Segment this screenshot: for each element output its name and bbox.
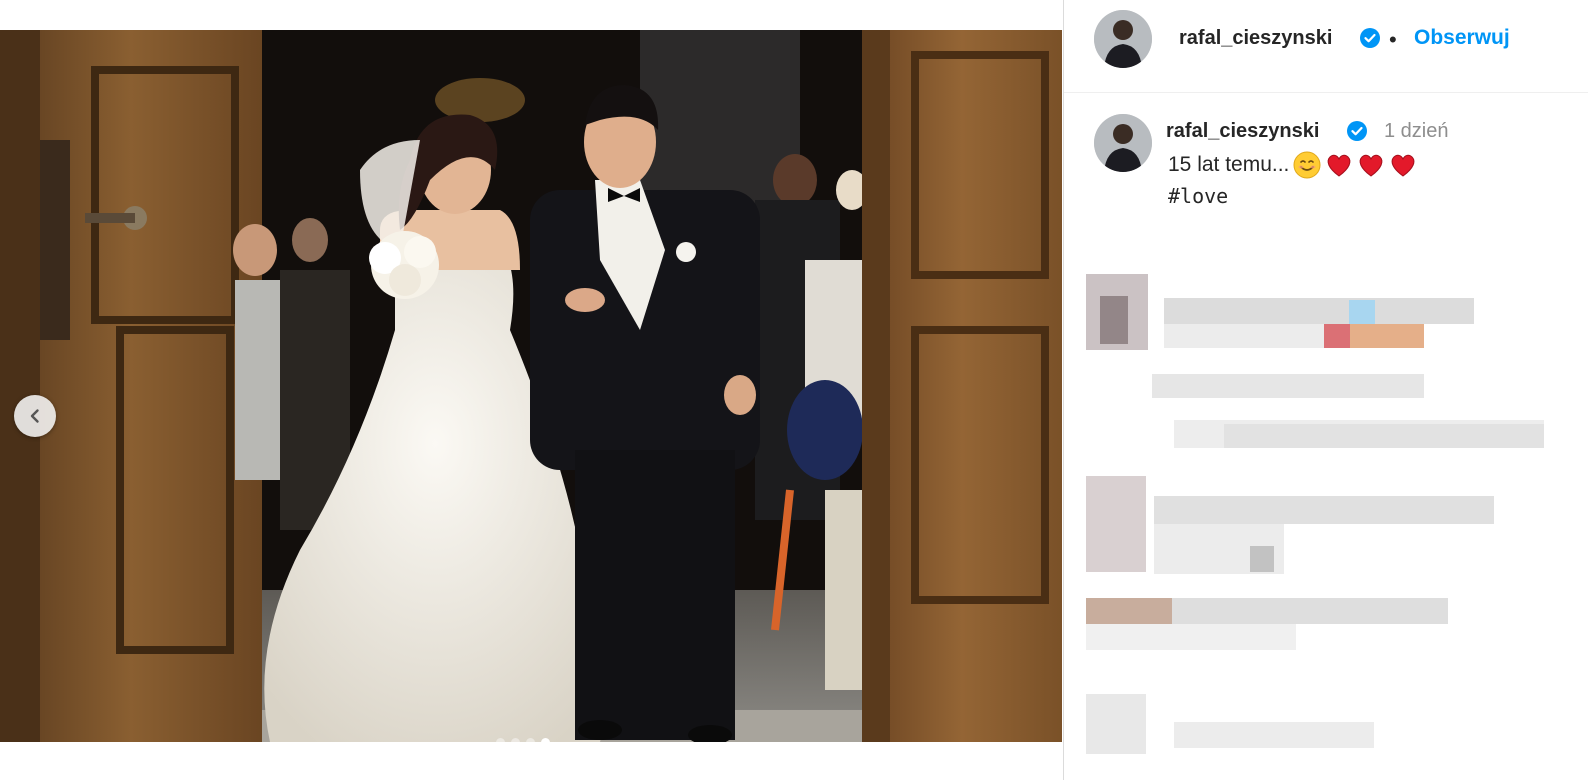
caption-avatar[interactable] — [1094, 114, 1152, 172]
red-heart-icon — [1328, 154, 1351, 177]
verified-badge-icon — [1360, 28, 1380, 48]
carousel-dot — [511, 738, 520, 742]
blurred-comments-area — [1064, 270, 1588, 780]
header-username[interactable]: rafal_cieszynski — [1179, 27, 1332, 50]
wedding-photo — [0, 30, 1062, 742]
post-image[interactable] — [0, 30, 1062, 742]
carousel-indicator — [496, 738, 550, 742]
hashtag-link[interactable]: #love — [1168, 180, 1417, 212]
caption-body: 15 lat temu... #love — [1168, 150, 1417, 212]
red-heart-icon — [1392, 154, 1415, 177]
chevron-left-icon — [30, 409, 39, 423]
carousel-dot-active — [541, 738, 550, 742]
smiling-face-icon — [1293, 151, 1321, 179]
profile-photo — [1094, 114, 1152, 172]
carousel-prev-button[interactable] — [14, 395, 56, 437]
caption-username[interactable]: rafal_cieszynski — [1166, 120, 1319, 143]
post-timestamp[interactable]: 1 dzień — [1384, 120, 1449, 143]
carousel-dot — [496, 738, 505, 742]
verified-badge-icon — [1347, 121, 1367, 141]
profile-photo — [1094, 10, 1152, 68]
red-heart-icon — [1360, 154, 1383, 177]
post-header: rafal_cieszynski • Obserwuj — [1064, 0, 1588, 93]
header-separator: • — [1389, 27, 1397, 52]
follow-button[interactable]: Obserwuj — [1414, 26, 1510, 50]
post-sidebar: rafal_cieszynski • Obserwuj rafal_cieszy… — [1063, 0, 1588, 780]
carousel-dot — [526, 738, 535, 742]
avatar[interactable] — [1094, 10, 1152, 68]
caption-text: 15 lat temu... — [1168, 153, 1290, 176]
